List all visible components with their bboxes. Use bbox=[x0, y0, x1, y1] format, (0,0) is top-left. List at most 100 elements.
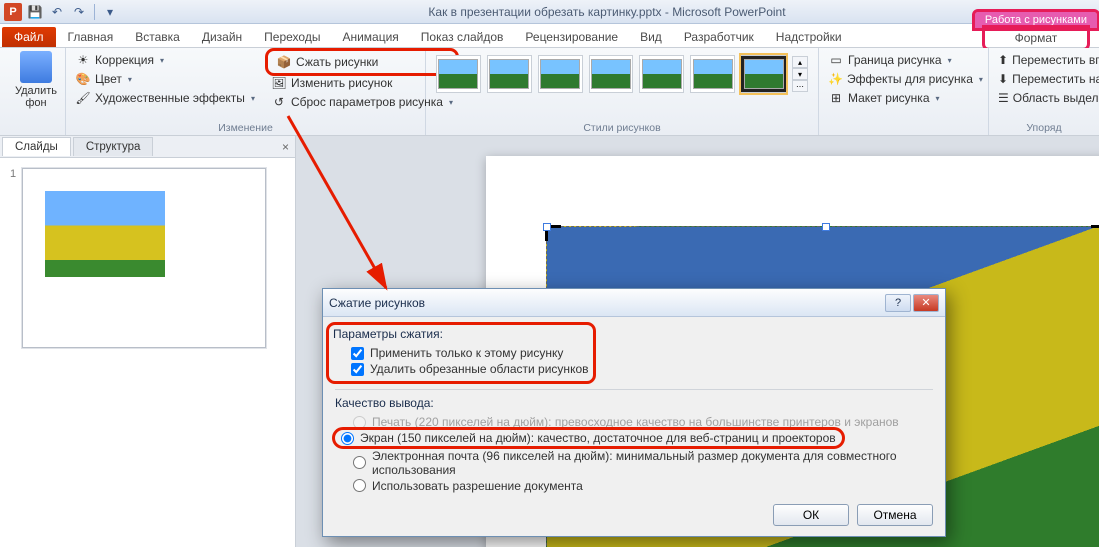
qat-separator bbox=[94, 4, 95, 20]
group-adjust: ☀ Коррекция▾ 🎨 Цвет▾ 🖌 Художественные эф… bbox=[66, 48, 426, 135]
picture-layout-button[interactable]: ⊞ Макет рисунка▾ bbox=[825, 89, 982, 107]
quality-print-label: Печать (220 пикселей на дюйм): превосход… bbox=[372, 415, 899, 429]
tab-review[interactable]: Рецензирование bbox=[515, 27, 628, 47]
dialog-titlebar[interactable]: Сжатие рисунков ? ✕ bbox=[323, 289, 945, 317]
quality-document-row[interactable]: Использовать разрешение документа bbox=[335, 478, 933, 494]
redo-icon[interactable]: ↷ bbox=[70, 3, 88, 21]
remove-bg-label: Удалить фон bbox=[15, 85, 57, 109]
thumbnails-list: 1 bbox=[0, 158, 295, 547]
dialog-help-button[interactable]: ? bbox=[885, 294, 911, 312]
send-backward-icon: ⬇ bbox=[998, 71, 1008, 87]
file-tab[interactable]: Файл bbox=[2, 27, 56, 47]
style-thumb-7[interactable] bbox=[741, 55, 786, 93]
window-title: Как в презентации обрезать картинку.pptx… bbox=[119, 5, 1095, 19]
remove-background-button[interactable]: Удалить фон bbox=[6, 51, 66, 109]
quality-screen-radio[interactable] bbox=[341, 432, 354, 445]
slide-thumbnail[interactable] bbox=[22, 168, 266, 348]
save-icon[interactable]: 💾 bbox=[26, 3, 44, 21]
gallery-scroll: ▴ ▾ ⋯ bbox=[792, 56, 808, 92]
dialog-title: Сжатие рисунков bbox=[329, 296, 885, 310]
delete-crop-checkbox-row[interactable]: Удалить обрезанные области рисунков bbox=[333, 361, 589, 377]
gallery-down-button[interactable]: ▾ bbox=[792, 68, 808, 80]
selection-pane-button[interactable]: ☰ Область выдел bbox=[995, 89, 1093, 107]
tab-insert[interactable]: Вставка bbox=[125, 27, 190, 47]
tab-slideshow[interactable]: Показ слайдов bbox=[411, 27, 514, 47]
color-button[interactable]: 🎨 Цвет▾ bbox=[72, 70, 258, 88]
tab-outline[interactable]: Структура bbox=[73, 137, 154, 156]
quality-email-row[interactable]: Электронная почта (96 пикселей на дюйм):… bbox=[335, 448, 933, 478]
dialog-separator bbox=[335, 389, 933, 390]
gallery-up-button[interactable]: ▴ bbox=[792, 56, 808, 68]
slide-thumb-image bbox=[45, 191, 165, 277]
quality-print-radio bbox=[353, 416, 366, 429]
group-label-arrange: Упоряд bbox=[995, 120, 1093, 134]
ok-button[interactable]: ОК bbox=[773, 504, 849, 526]
bring-forward-button[interactable]: ⬆ Переместить вп bbox=[995, 51, 1093, 69]
params-label: Параметры сжатия: bbox=[333, 327, 589, 341]
handle-tc[interactable] bbox=[822, 223, 830, 231]
quality-screen-highlight: Экран (150 пикселей на дюйм): качество, … bbox=[335, 430, 842, 446]
style-thumb-4[interactable] bbox=[589, 55, 634, 93]
bring-forward-icon: ⬆ bbox=[998, 52, 1008, 68]
style-thumb-3[interactable] bbox=[538, 55, 583, 93]
picture-effects-button[interactable]: ✨ Эффекты для рисунка▾ bbox=[825, 70, 982, 88]
artistic-effects-button[interactable]: 🖌 Художественные эффекты▾ bbox=[72, 89, 258, 107]
delete-crop-label: Удалить обрезанные области рисунков bbox=[370, 362, 589, 376]
corrections-button[interactable]: ☀ Коррекция▾ bbox=[72, 51, 258, 69]
tab-transitions[interactable]: Переходы bbox=[254, 27, 330, 47]
style-thumb-1[interactable] bbox=[436, 55, 481, 93]
tab-format[interactable]: Формат bbox=[985, 28, 1088, 48]
swap-icon: 🖼 bbox=[271, 75, 287, 91]
style-thumb-6[interactable] bbox=[690, 55, 735, 93]
dialog-body: Параметры сжатия: Применить только к это… bbox=[323, 317, 945, 536]
compression-params-highlight: Параметры сжатия: Применить только к это… bbox=[329, 325, 593, 381]
style-thumb-5[interactable] bbox=[639, 55, 684, 93]
sun-icon: ☀ bbox=[75, 52, 91, 68]
cancel-button[interactable]: Отмена bbox=[857, 504, 933, 526]
quality-email-radio[interactable] bbox=[353, 456, 366, 469]
group-picture-format: ▭ Граница рисунка▾ ✨ Эффекты для рисунка… bbox=[819, 48, 989, 135]
handle-tl[interactable] bbox=[543, 223, 551, 231]
quality-document-radio[interactable] bbox=[353, 479, 366, 492]
ribbon-tabs: Файл Главная Вставка Дизайн Переходы Ани… bbox=[0, 24, 1099, 48]
tab-slides-thumbnails[interactable]: Слайды bbox=[2, 137, 71, 156]
tab-developer[interactable]: Разработчик bbox=[674, 27, 764, 47]
delete-crop-checkbox[interactable] bbox=[351, 363, 364, 376]
group-label-blank bbox=[6, 120, 59, 134]
dialog-close-button[interactable]: ✕ bbox=[913, 294, 939, 312]
brush-icon: 🖌 bbox=[75, 90, 91, 106]
tab-home[interactable]: Главная bbox=[58, 27, 124, 47]
tab-view[interactable]: Вид bbox=[630, 27, 672, 47]
selection-pane-icon: ☰ bbox=[998, 90, 1009, 106]
group-arrange: ⬆ Переместить вп ⬇ Переместить на ☰ Обла… bbox=[989, 48, 1099, 135]
group-remove-bg: Удалить фон bbox=[0, 48, 66, 135]
slide-thumb-item[interactable]: 1 bbox=[10, 168, 285, 348]
gallery-more-button[interactable]: ⋯ bbox=[792, 80, 808, 92]
group-label-styles: Стили рисунков bbox=[432, 120, 812, 134]
tab-addins[interactable]: Надстройки bbox=[766, 27, 852, 47]
qat-more-icon[interactable]: ▾ bbox=[101, 3, 119, 21]
border-icon: ▭ bbox=[828, 52, 844, 68]
reset-icon: ↺ bbox=[271, 94, 287, 110]
undo-icon[interactable]: ↶ bbox=[48, 3, 66, 21]
apply-only-checkbox[interactable] bbox=[351, 347, 364, 360]
send-backward-button[interactable]: ⬇ Переместить на bbox=[995, 70, 1093, 88]
apply-only-checkbox-row[interactable]: Применить только к этому рисунку bbox=[333, 345, 589, 361]
palette-icon: 🎨 bbox=[75, 71, 91, 87]
slides-panel: Слайды Структура × 1 bbox=[0, 136, 296, 547]
group-label-blank2 bbox=[825, 120, 982, 134]
quality-email-label: Электронная почта (96 пикселей на дюйм):… bbox=[372, 449, 933, 477]
style-thumb-2[interactable] bbox=[487, 55, 532, 93]
crop-mark-tr[interactable] bbox=[1091, 225, 1099, 241]
quality-screen-row[interactable]: Экран (150 пикселей на дюйм): качество, … bbox=[341, 430, 836, 446]
quality-document-label: Использовать разрешение документа bbox=[372, 479, 583, 493]
picture-border-button[interactable]: ▭ Граница рисунка▾ bbox=[825, 51, 982, 69]
context-title: Работа с рисунками bbox=[975, 12, 1097, 28]
apply-only-label: Применить только к этому рисунку bbox=[370, 346, 563, 360]
compress-pictures-dialog: Сжатие рисунков ? ✕ Параметры сжатия: Пр… bbox=[322, 288, 946, 537]
panel-close-icon[interactable]: × bbox=[282, 140, 289, 154]
picture-tools-context: Работа с рисунками Формат bbox=[975, 0, 1097, 48]
tab-design[interactable]: Дизайн bbox=[192, 27, 252, 47]
tab-animations[interactable]: Анимация bbox=[332, 27, 408, 47]
quality-screen-label: Экран (150 пикселей на дюйм): качество, … bbox=[360, 431, 836, 445]
